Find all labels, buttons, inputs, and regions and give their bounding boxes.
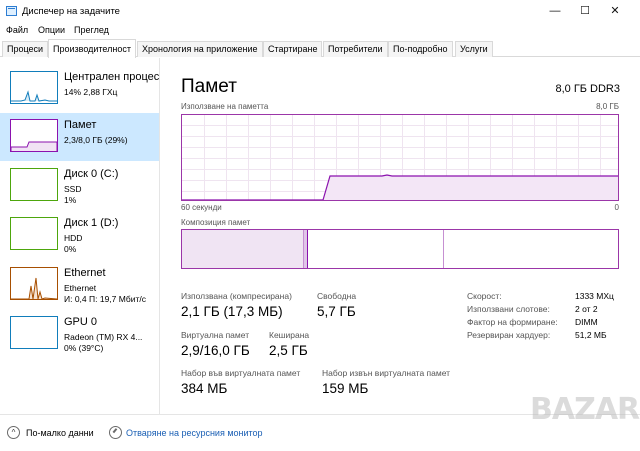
tab-services[interactable]: Услуги <box>455 41 493 57</box>
open-resource-monitor-link[interactable]: Отваряне на ресурсния монитор <box>126 428 263 438</box>
hardware-reserved-value: 51,2 МБ <box>575 330 607 340</box>
task-manager-icon <box>6 6 17 16</box>
close-button[interactable]: ✕ <box>600 2 630 20</box>
sidebar-item-detail: Radeon (TM) RX 4... <box>64 332 143 342</box>
in-use-value: 2,1 ГБ (17,3 МБ) <box>181 304 283 319</box>
sidebar-item-ethernet[interactable]: Ethernet Ethernet И: 0,4 П: 19,7 Мбит/с <box>0 261 159 309</box>
speed-label: Скорост: <box>467 291 502 301</box>
page-title: Памет <box>181 76 237 97</box>
sidebar-item-detail: 0% <box>64 244 77 254</box>
disk0-thumbnail-graph <box>10 168 58 201</box>
sidebar-item-label: Централен процесор <box>64 71 159 83</box>
sidebar-item-label: Диск 0 (C:) <box>64 168 119 180</box>
memory-thumbnail-graph <box>10 119 58 152</box>
sidebar-item-label: Ethernet <box>64 267 106 279</box>
maximize-button[interactable]: ☐ <box>570 2 600 20</box>
sidebar-item-detail: 0% (39°C) <box>64 343 104 353</box>
sidebar-item-detail: И: 0,4 П: 19,7 Мбит/с <box>64 294 146 304</box>
tab-users[interactable]: Потребители <box>323 41 388 57</box>
memory-composition-bar <box>181 229 619 269</box>
tab-details[interactable]: По-подробно <box>388 41 453 57</box>
tab-performance[interactable]: Производителност <box>48 39 136 58</box>
sidebar-item-label: Диск 1 (D:) <box>64 217 119 229</box>
minimize-button[interactable]: — <box>540 2 570 20</box>
usage-graph-max: 8,0 ГБ <box>596 102 619 111</box>
ethernet-thumbnail-graph <box>10 267 58 300</box>
slots-used-label: Използвани слотове: <box>467 304 550 314</box>
watermark: BAZAR <box>530 392 640 427</box>
window-title: Диспечер на задачите <box>22 6 120 17</box>
disk1-thumbnail-graph <box>10 217 58 250</box>
memory-sparkline <box>11 141 57 151</box>
cached-label: Кеширана <box>269 330 310 340</box>
composition-label: Композиция памет <box>181 218 251 227</box>
slots-used-value: 2 от 2 <box>575 304 598 314</box>
paged-pool-label: Набор във виртуалната памет <box>181 368 301 378</box>
memory-usage-graph <box>181 114 619 201</box>
usage-graph-label: Използване на паметта <box>181 102 269 111</box>
nonpaged-pool-value: 159 МБ <box>322 381 369 396</box>
in-use-label: Използвана (компресирана) <box>181 291 292 301</box>
committed-label: Виртуална памет <box>181 330 250 340</box>
sidebar-item-disk-1[interactable]: Диск 1 (D:) HDD 0% <box>0 211 159 259</box>
sidebar-item-label: Памет <box>64 119 97 131</box>
time-axis-left: 60 секунди <box>181 203 222 212</box>
menu-bar: Файл Опции Преглед <box>0 22 640 39</box>
ethernet-sparkline <box>11 277 57 299</box>
gpu-thumbnail-graph <box>10 316 58 349</box>
tab-app-history[interactable]: Хронология на приложение <box>137 41 263 57</box>
tab-startup[interactable]: Стартиране <box>263 41 323 57</box>
cached-value: 2,5 ГБ <box>269 343 308 358</box>
menu-options[interactable]: Опции <box>38 25 65 35</box>
title-bar: Диспечер на задачите — ☐ ✕ <box>0 0 640 22</box>
resource-sidebar: Централен процесор 14% 2,88 ГХц Памет 2,… <box>0 58 160 414</box>
sidebar-item-label: GPU 0 <box>64 316 98 328</box>
sidebar-item-detail: 1% <box>64 195 77 205</box>
cpu-sparkline <box>11 90 57 102</box>
sidebar-item-detail: SSD <box>64 184 82 194</box>
speed-value: 1333 MXц <box>575 291 614 301</box>
sidebar-item-gpu[interactable]: GPU 0 Radeon (TM) RX 4... 0% (39°C) <box>0 310 159 358</box>
memory-usage-line <box>182 174 618 200</box>
sidebar-item-detail: Ethernet <box>64 283 97 293</box>
resource-monitor-icon <box>109 426 122 439</box>
sidebar-item-memory[interactable]: Памет 2,3/8,0 ГБ (29%) <box>0 113 159 161</box>
available-value: 5,7 ГБ <box>317 304 356 319</box>
memory-detail-panel: Памет 8,0 ГБ DDR3 Използване на паметта … <box>161 58 640 414</box>
form-factor-label: Фактор на формиране: <box>467 317 558 327</box>
composition-in-use <box>182 230 304 268</box>
fewer-details-link[interactable]: По-малко данни <box>26 428 94 438</box>
committed-value: 2,9/16,0 ГБ <box>181 343 250 358</box>
memory-capacity-type: 8,0 ГБ DDR3 <box>555 83 620 95</box>
sidebar-item-cpu[interactable]: Централен процесор 14% 2,88 ГХц <box>0 65 159 113</box>
menu-view[interactable]: Преглед <box>74 25 109 35</box>
tab-processes[interactable]: Процеси <box>2 41 49 57</box>
sidebar-item-detail: 14% 2,88 ГХц <box>64 87 118 97</box>
chevron-up-icon[interactable]: ^ <box>7 426 20 439</box>
menu-file[interactable]: Файл <box>6 25 28 35</box>
time-axis-right: 0 <box>614 203 619 212</box>
tab-bar: Процеси Производителност Хронология на п… <box>0 39 640 58</box>
form-factor-value: DIMM <box>575 317 598 327</box>
nonpaged-pool-label: Набор извън виртуалната памет <box>322 368 451 378</box>
composition-standby-divider <box>443 230 444 268</box>
available-label: Свободна <box>317 291 357 301</box>
paged-pool-value: 384 МБ <box>181 381 228 396</box>
hardware-reserved-label: Резервиран хардуер: <box>467 330 551 340</box>
cpu-thumbnail-graph <box>10 71 58 104</box>
sidebar-item-detail: HDD <box>64 233 83 243</box>
sidebar-item-disk-0[interactable]: Диск 0 (C:) SSD 1% <box>0 162 159 210</box>
composition-modified <box>304 230 308 268</box>
sidebar-item-detail: 2,3/8,0 ГБ (29%) <box>64 135 128 145</box>
